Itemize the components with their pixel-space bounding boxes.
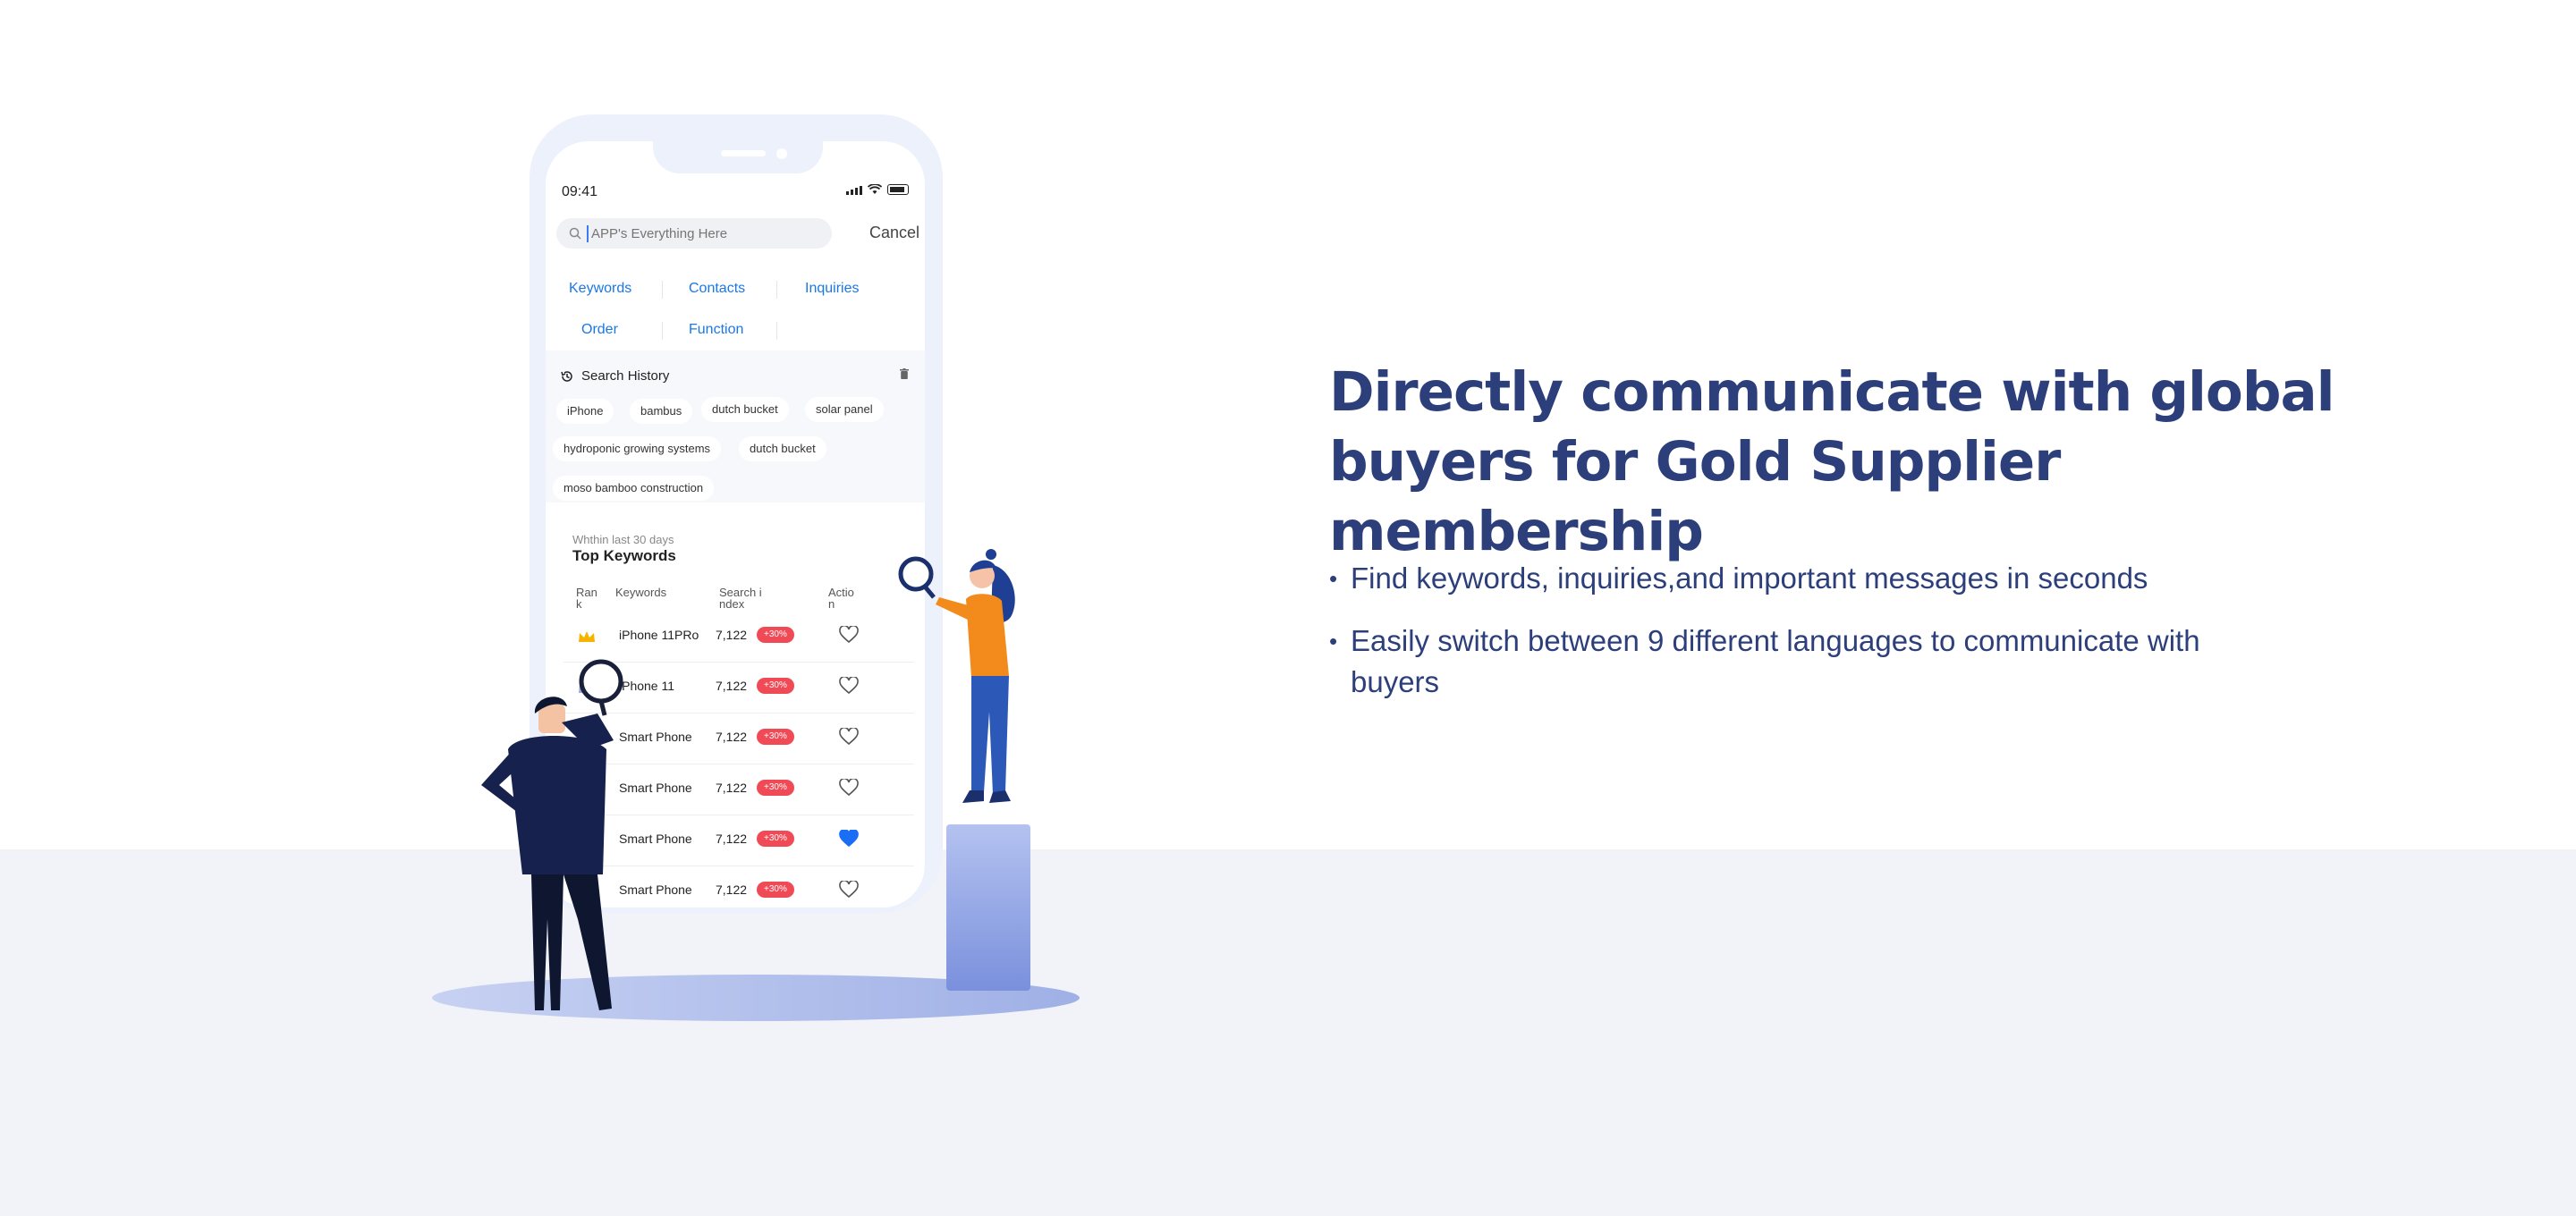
history-tag[interactable]: dutch bucket	[739, 436, 826, 461]
category-contacts[interactable]: Contacts	[689, 281, 745, 297]
change-badge: +30%	[757, 780, 794, 796]
heart-icon[interactable]	[839, 779, 859, 797]
hero-bullet: Easily switch between 9 different langua…	[1329, 621, 2209, 703]
pedestal	[946, 824, 1030, 991]
top-keywords-subtitle: Whthin last 30 days	[572, 533, 674, 546]
hero-headline-line2: buyers for Gold Supplier membership	[1329, 430, 2061, 563]
search-index-value: 7,122	[716, 781, 748, 795]
top-keywords-title: Top Keywords	[572, 547, 676, 564]
heart-icon[interactable]	[839, 728, 859, 746]
wifi-icon	[868, 184, 882, 194]
search-index-value: 7,122	[716, 730, 748, 744]
hero-bullet: Find keywords, inquiries,and important m…	[1329, 558, 2313, 599]
hero-bullets: Find keywords, inquiries,and important m…	[1329, 558, 2313, 724]
woman-illustration	[898, 549, 1015, 803]
phone-notch	[653, 141, 823, 173]
search-index-value: 7,122	[716, 832, 748, 846]
search-input[interactable]	[587, 224, 817, 242]
trash-icon[interactable]	[900, 368, 909, 379]
heart-icon[interactable]	[839, 830, 859, 848]
history-icon	[561, 370, 572, 382]
magnifier-icon	[579, 659, 623, 704]
change-badge: +30%	[757, 729, 794, 745]
change-badge: +30%	[757, 627, 794, 643]
keyword-name: iPhone 11PRo	[619, 628, 699, 642]
category-tabs: Keywords Contacts Inquiries Order Functi…	[553, 261, 918, 349]
cancel-button[interactable]: Cancel	[869, 224, 919, 242]
history-tag[interactable]: solar panel	[805, 397, 884, 422]
column-action: Action	[828, 586, 854, 611]
gold-crown-icon	[578, 629, 596, 644]
search-box[interactable]	[556, 218, 832, 249]
category-keywords[interactable]: Keywords	[569, 281, 631, 297]
status-time: 09:41	[562, 184, 598, 199]
change-badge: +30%	[757, 678, 794, 694]
search-history: Search History iPhone bambus dutch bucke…	[546, 350, 925, 502]
column-keywords: Keywords	[615, 586, 667, 599]
man-illustration	[481, 659, 623, 1010]
heart-icon[interactable]	[839, 677, 859, 695]
search-history-label: Search History	[581, 368, 670, 384]
category-order[interactable]: Order	[581, 322, 618, 338]
history-tag[interactable]: dutch bucket	[701, 397, 789, 422]
search-icon	[569, 227, 581, 240]
search-index-value: 7,122	[716, 679, 748, 693]
heart-icon[interactable]	[839, 881, 859, 899]
change-badge: +30%	[757, 882, 794, 898]
status-icons	[846, 184, 909, 195]
column-rank: Rank	[576, 586, 597, 611]
history-tag[interactable]: iPhone	[556, 399, 614, 424]
heart-icon[interactable]	[839, 626, 859, 644]
column-search-index: Search index	[719, 586, 762, 611]
history-tag[interactable]: moso bamboo construction	[553, 476, 715, 501]
magnifier-icon	[898, 556, 934, 592]
bottom-background-band	[0, 849, 2576, 1216]
history-tag[interactable]: bambus	[630, 399, 693, 424]
hero-headline: Directly communicate with global buyers …	[1329, 358, 2402, 567]
category-inquiries[interactable]: Inquiries	[805, 281, 859, 297]
search-index-value: 7,122	[716, 882, 748, 897]
change-badge: +30%	[757, 831, 794, 847]
hero-headline-line1: Directly communicate with global	[1329, 360, 2335, 424]
search-history-title: Search History	[560, 368, 669, 384]
battery-icon	[887, 184, 909, 195]
search-index-value: 7,122	[716, 628, 748, 642]
history-tag[interactable]: hydroponic growing systems	[553, 436, 722, 461]
category-function[interactable]: Function	[689, 322, 743, 338]
signal-icon	[846, 186, 862, 195]
search-row: Cancel	[553, 218, 919, 249]
